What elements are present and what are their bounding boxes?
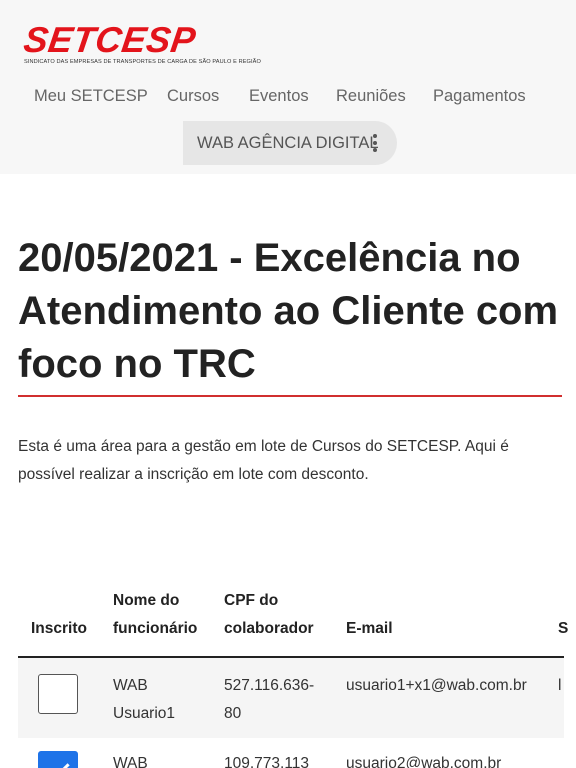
enrollment-table: Inscrito Nome do funcionário CPF do cola… xyxy=(18,585,576,768)
logo-wordmark: SETCESP xyxy=(21,19,199,60)
checkmark-icon xyxy=(46,756,70,768)
page-intro: Esta é uma área para a gestão em lote de… xyxy=(18,438,509,483)
column-header-email: E-mail xyxy=(346,620,393,637)
inscrito-checkbox-checked[interactable] xyxy=(38,751,78,768)
main-nav: Meu SETCESP Cursos Eventos Reuniões Paga… xyxy=(0,80,576,112)
nav-eventos[interactable]: Eventos xyxy=(249,86,309,106)
kebab-vertical-icon xyxy=(372,134,378,152)
account-name: WAB AGÊNCIA DIGITAL xyxy=(197,134,379,152)
table-row: WAB 109.773.113 usuario2@wab.com.br xyxy=(18,738,564,768)
cell-email: usuario2@wab.com.br xyxy=(346,755,502,768)
title-divider xyxy=(18,395,562,397)
setcesp-logo[interactable]: SETCESP SINDICATO DAS EMPRESAS DE TRANSP… xyxy=(21,19,264,70)
table-row: WAB Usuario1 527.116.636-80 usuario1+x1@… xyxy=(18,658,564,738)
cell-nome: WAB xyxy=(113,755,148,768)
column-header-inscrito: Inscrito xyxy=(31,620,87,637)
cell-extra: l xyxy=(558,677,562,694)
column-header-cpf: CPF do colaborador xyxy=(224,592,314,637)
nav-meu-setcesp[interactable]: Meu SETCESP xyxy=(34,86,148,106)
inscrito-checkbox[interactable] xyxy=(38,674,78,714)
column-header-nome: Nome do funcionário xyxy=(113,592,198,637)
column-header-s: S xyxy=(558,620,569,637)
nav-cursos[interactable]: Cursos xyxy=(167,86,219,106)
page-title: 20/05/2021 - Excelência no Atendimento a… xyxy=(18,236,559,386)
site-header: SETCESP SINDICATO DAS EMPRESAS DE TRANSP… xyxy=(0,0,576,174)
account-menu-button[interactable]: WAB AGÊNCIA DIGITAL xyxy=(183,121,397,165)
nav-pagamentos[interactable]: Pagamentos xyxy=(433,86,526,106)
logo-tagline: SINDICATO DAS EMPRESAS DE TRANSPORTES DE… xyxy=(24,59,261,65)
cell-cpf: 109.773.113 xyxy=(224,755,310,768)
cell-cpf: 527.116.636-80 xyxy=(224,677,315,722)
cell-nome: WAB Usuario1 xyxy=(113,677,176,722)
nav-reunioes[interactable]: Reuniões xyxy=(336,86,406,106)
cell-email: usuario1+x1@wab.com.br xyxy=(346,677,527,694)
